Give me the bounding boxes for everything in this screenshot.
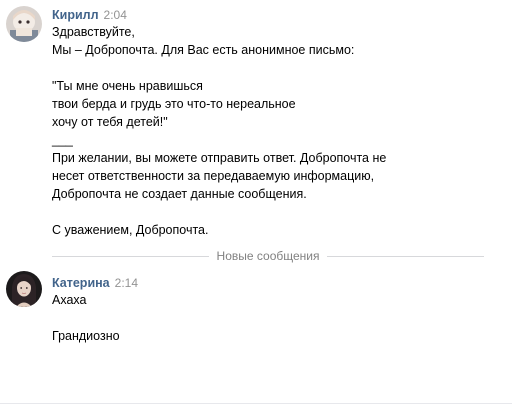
message-line: Добропочта не создает данные сообщения. (52, 187, 307, 201)
message-line: твои берда и грудь это что-то нереальное (52, 97, 296, 111)
message-header: Катерина 2:14 (52, 275, 138, 291)
divider-line (52, 255, 209, 257)
divider-label: Новые сообщения (216, 249, 320, 263)
message-line: Здравствуйте, (52, 25, 135, 39)
message-line: Мы – Добропочта. Для Вас есть анонимное … (52, 43, 355, 57)
message-body: Ахаха Грандиозно (52, 291, 120, 345)
author-name[interactable]: Кирилл (52, 8, 99, 22)
message-body: Здравствуйте, Мы – Добропочта. Для Вас е… (52, 23, 386, 239)
avatar-kirill[interactable] (6, 6, 42, 42)
author-name[interactable]: Катерина (52, 276, 110, 290)
message-line: С уважением, Добропочта. (52, 223, 209, 237)
avatar-katerina[interactable] (6, 271, 42, 307)
message-header: Кирилл 2:04 (52, 7, 127, 23)
message-line: Грандиозно (52, 329, 120, 343)
divider-line (327, 255, 485, 257)
message-time[interactable]: 2:14 (115, 276, 138, 290)
message-line: Ахаха (52, 293, 87, 307)
message-line: ___ (52, 133, 73, 147)
message-line: несет ответственности за передаваемую ин… (52, 169, 375, 183)
message-line: хочу от тебя детей!" (52, 115, 168, 129)
message-line: "Ты мне очень нравишься (52, 79, 203, 93)
message-line: При желании, вы можете отправить ответ. … (52, 151, 387, 165)
new-messages-divider: Новые сообщения (52, 248, 485, 264)
message-time[interactable]: 2:04 (104, 8, 127, 22)
